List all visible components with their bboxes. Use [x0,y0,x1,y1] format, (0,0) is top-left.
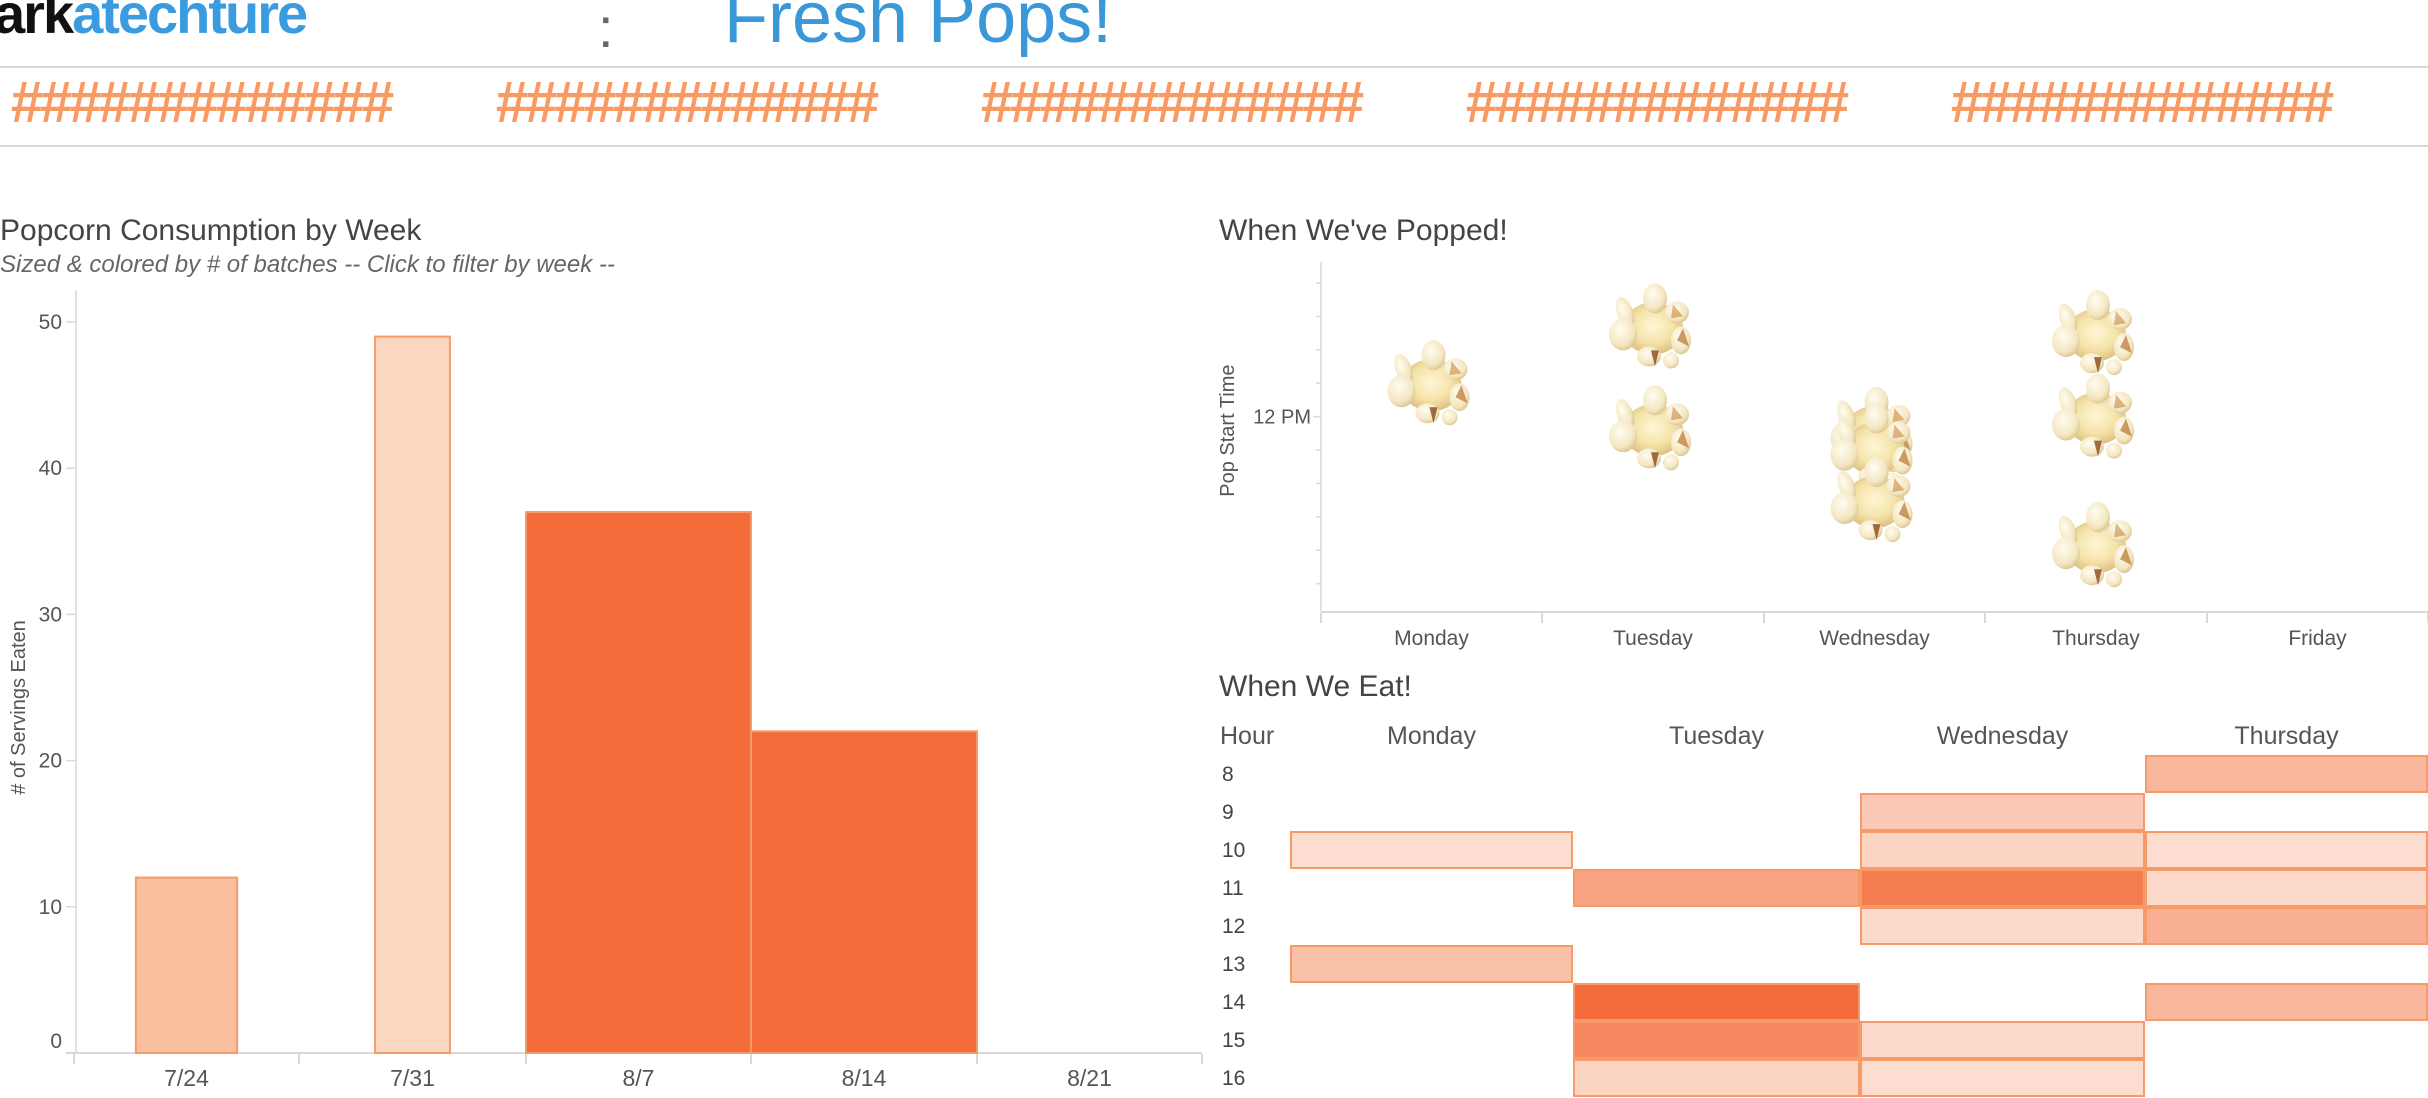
y-tick-label: 10 [39,896,62,919]
day-column-header: Wednesday [1936,722,2069,750]
bar-7-24[interactable] [134,876,239,1054]
x-tick-label: Tuesday [1613,627,1693,650]
scatter-chart-title: When We've Popped! [1219,214,1508,247]
bar-chart[interactable]: 0 10 20 30 40 50 # of Servings Eaten 7/24 7/31 8/… [0,280,1210,1098]
heatmap-cell-wednesday-10[interactable] [1860,831,2145,869]
title-separator: : [598,0,614,59]
popcorn-marker-icon[interactable] [1609,283,1691,369]
logo-dark-text: ark [0,0,74,45]
heatmap-cell-wednesday-11[interactable] [1860,869,2145,907]
x-tick-label: Wednesday [1819,627,1930,650]
hour-row-label: 9 [1222,801,1234,824]
popcorn-marker-icon[interactable] [1387,340,1470,426]
hour-row-label: 13 [1222,953,1246,976]
bar-chart-subtitle: Sized & colored by # of batches -- Click… [0,251,615,278]
day-column-header: Thursday [2234,722,2339,750]
hour-row-label: 8 [1222,763,1234,786]
heatmap-cell-wednesday-16[interactable] [1860,1059,2145,1097]
heatmap-cell-thursday-11[interactable] [2145,869,2428,907]
heatmap-cell-tuesday-16[interactable] [1573,1059,1860,1097]
x-tick-label: Monday [1394,627,1469,650]
y-axis-title: Pop Start Time [1217,364,1239,496]
heatmap-cell-thursday-10[interactable] [2145,831,2428,869]
heatmap-title: When We Eat! [1219,670,1412,703]
heatmap-cell-wednesday-15[interactable] [1860,1021,2145,1059]
x-tick-label: 7/31 [390,1065,435,1091]
heatmap-cell-wednesday-12[interactable] [1860,907,2145,945]
scatter-chart[interactable]: 12 PM Pop Start Time Monday Tuesday Wednesda… [1210,250,2428,660]
y-tick-label: 50 [39,311,62,334]
y-tick-label: 20 [39,750,62,773]
bar-8-7[interactable] [525,511,752,1054]
heatmap: Hour Monday Tuesday Wednesday Thursday 8 9 10 11… [1210,700,2428,1098]
placeholder-value: ############# [980,70,1363,135]
y-tick-label: 30 [39,603,62,626]
heatmap-cell-monday-10[interactable] [1290,831,1573,869]
y-tick-label: 12 PM [1253,407,1311,429]
heatmap-cell-tuesday-15[interactable] [1573,1021,1860,1059]
x-tick-label: 8/7 [623,1065,655,1091]
placeholder-value: ############# [495,70,878,135]
hour-row-label: 12 [1222,915,1246,938]
y-axis-title: # of Servings Eaten [8,620,30,795]
hour-column-header: Hour [1220,722,1275,750]
x-tick-label: 8/14 [842,1065,887,1091]
placeholder-value: ############# [10,70,393,135]
x-tick-label: Thursday [2052,627,2140,650]
heatmap-cell-thursday-14[interactable] [2145,983,2428,1021]
popcorn-marker-icon[interactable] [2052,290,2134,376]
hour-row-label: 16 [1222,1067,1246,1090]
placeholder-value: ############# [1465,70,1848,135]
day-column-header: Tuesday [1669,722,1764,750]
header-divider-bottom [0,145,2428,147]
heatmap-cell-thursday-8[interactable] [2145,755,2428,793]
hour-row-label: 15 [1222,1029,1246,1052]
dashboard-title: Fresh Pops! [724,0,1113,58]
logo: arkatechture [0,0,308,45]
day-column-header: Monday [1387,722,1476,750]
popcorn-marker-icon[interactable] [2052,502,2134,588]
heatmap-cell-tuesday-14[interactable] [1573,983,1860,1021]
x-tick-label: Friday [2288,627,2347,650]
x-tick-label: 8/21 [1067,1065,1112,1091]
heatmap-cell-tuesday-11[interactable] [1573,869,1860,907]
bar-8-14[interactable] [750,730,978,1054]
logo-blue-text: atechture [72,0,308,45]
x-tick-label: 7/24 [164,1065,209,1091]
popcorn-marker-icon[interactable] [2052,373,2134,459]
hour-row-label: 14 [1222,991,1246,1014]
heatmap-cell-monday-13[interactable] [1290,945,1573,983]
heatmap-cell-wednesday-9[interactable] [1860,793,2145,831]
y-tick-label: 40 [39,457,62,480]
popcorn-marker-icon[interactable] [1609,385,1691,471]
header-divider-top [0,66,2428,68]
placeholder-value: ############# [1950,70,2333,135]
heatmap-cell-thursday-12[interactable] [2145,907,2428,945]
placeholder-row: ############# ############# ############… [0,72,2428,134]
bar-chart-title: Popcorn Consumption by Week [0,214,422,247]
bar-7-31[interactable] [374,335,451,1055]
hour-row-label: 10 [1222,839,1246,862]
y-tick-label: 0 [50,1030,62,1053]
hour-row-label: 11 [1222,877,1244,900]
